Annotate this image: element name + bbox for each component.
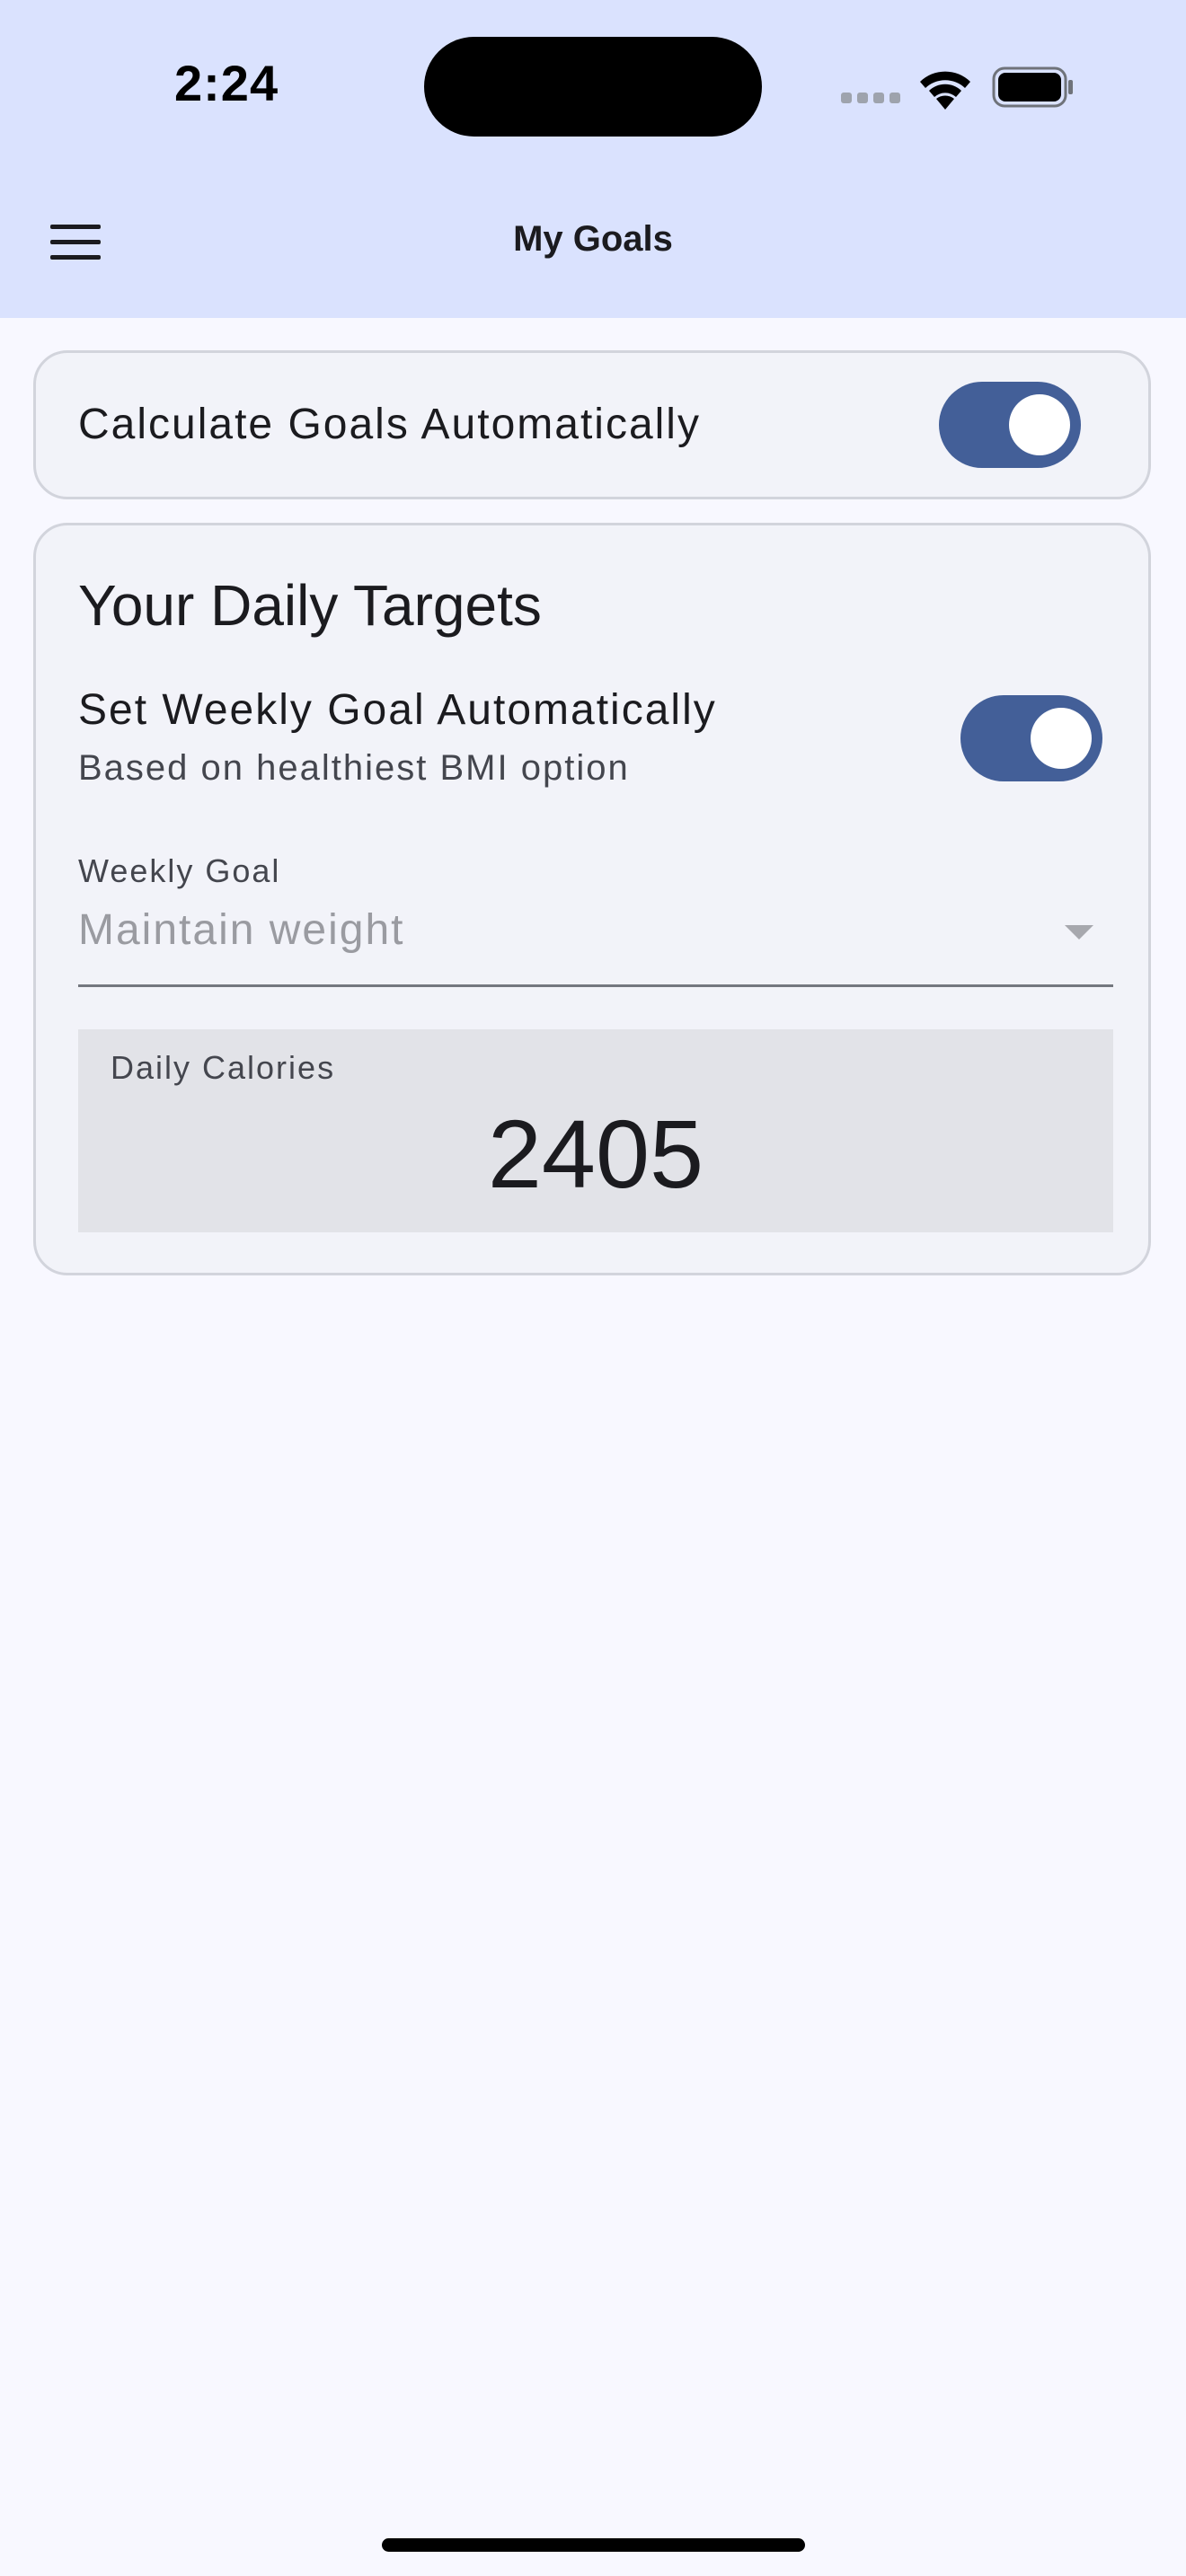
daily-calories-value: 2405 xyxy=(487,1099,704,1208)
daily-calories-label: Daily Calories xyxy=(111,1049,336,1086)
battery-icon xyxy=(992,66,1073,108)
dynamic-island xyxy=(424,37,762,137)
auto-goals-card: Calculate Goals Automatically xyxy=(33,350,1151,499)
weekly-goal-label: Weekly Goal xyxy=(78,852,281,889)
weekly-goal-value: Maintain weight xyxy=(78,906,405,954)
caret-down-icon xyxy=(1065,925,1093,940)
top-bar: 2:24 My Goals xyxy=(0,0,1186,318)
auto-goals-label: Calculate Goals Automatically xyxy=(78,401,701,448)
auto-goals-toggle[interactable] xyxy=(939,382,1081,468)
toggle-thumb xyxy=(1031,708,1092,769)
signal-icon xyxy=(841,93,902,105)
weekly-auto-subtitle: Based on healthiest BMI option xyxy=(78,748,630,788)
weekly-goal-dropdown[interactable]: Weekly Goal Maintain weight xyxy=(78,852,1113,987)
wifi-icon xyxy=(920,71,970,110)
daily-calories-field: Daily Calories 2405 xyxy=(78,1029,1113,1232)
daily-targets-title: Your Daily Targets xyxy=(78,573,542,638)
status-time: 2:24 xyxy=(174,55,279,111)
toggle-thumb xyxy=(1009,394,1070,455)
home-indicator xyxy=(382,2538,805,2552)
page-title: My Goals xyxy=(513,219,673,259)
daily-targets-card: Your Daily Targets Set Weekly Goal Autom… xyxy=(33,523,1151,1275)
weekly-auto-toggle[interactable] xyxy=(960,695,1102,781)
weekly-auto-title: Set Weekly Goal Automatically xyxy=(78,686,717,734)
